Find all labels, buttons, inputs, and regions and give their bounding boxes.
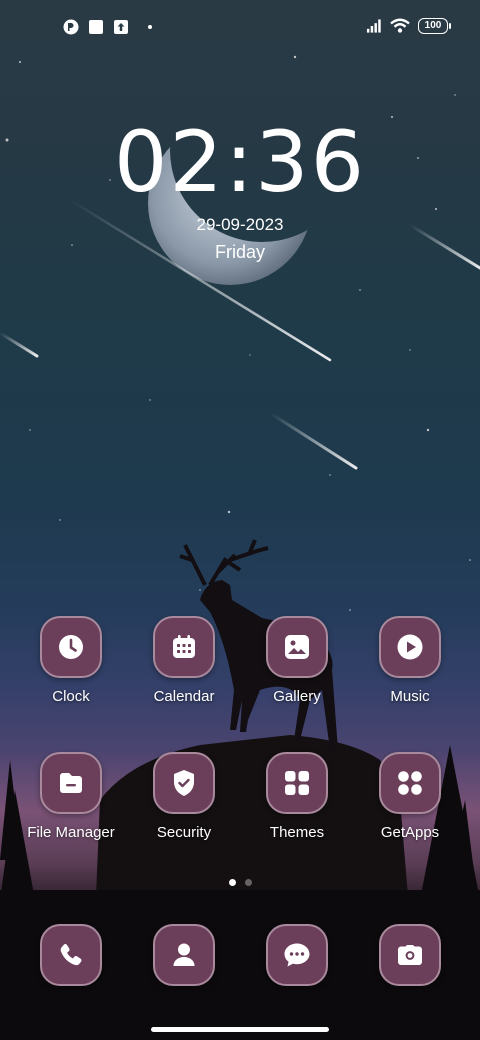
getapps-icon <box>379 752 441 814</box>
app-label: Gallery <box>273 688 321 705</box>
page-indicator[interactable] <box>0 879 480 886</box>
app-file-manager[interactable]: File Manager <box>11 752 131 842</box>
page-dot-1[interactable] <box>228 879 236 886</box>
folder-icon <box>40 752 102 814</box>
themes-grid-icon <box>266 752 328 814</box>
dock <box>0 924 480 990</box>
app-gallery[interactable]: Gallery <box>237 616 357 706</box>
more-notifications-dot <box>148 25 152 29</box>
home-gesture-handle[interactable] <box>151 1027 329 1032</box>
app-getapps[interactable]: GetApps <box>350 752 470 842</box>
wifi-icon <box>390 18 410 34</box>
calendar-icon <box>153 616 215 678</box>
play-icon <box>379 616 441 678</box>
clock-widget[interactable]: 02:36 29-09-2023 Friday <box>0 110 480 263</box>
app-grid: Clock Calendar Gallery Music File Manage… <box>0 616 480 888</box>
clock-time: 02:36 <box>113 113 367 211</box>
app-label: Clock <box>52 688 90 705</box>
upload-notification-icon <box>113 19 129 35</box>
status-bar: 100 <box>0 0 480 56</box>
page-dot-2[interactable] <box>244 879 252 886</box>
app-music[interactable]: Music <box>350 616 470 706</box>
contacts-icon <box>153 924 215 986</box>
cellular-signal-icon <box>366 18 382 34</box>
app-label: Security <box>156 824 212 841</box>
app-notification-icon <box>63 19 79 35</box>
phone-icon <box>40 924 102 986</box>
app-label: File Manager <box>27 824 115 841</box>
shield-icon <box>153 752 215 814</box>
clock-icon <box>40 616 102 678</box>
camera-icon <box>379 924 441 986</box>
app-row: File Manager Security Themes GetApps <box>0 752 480 888</box>
dock-camera[interactable] <box>350 924 470 986</box>
app-row: Clock Calendar Gallery Music <box>0 616 480 752</box>
dock-contacts[interactable] <box>124 924 244 986</box>
app-themes[interactable]: Themes <box>237 752 357 842</box>
app-label: Music <box>390 688 430 705</box>
app-label: Calendar <box>153 688 215 705</box>
dock-messages[interactable] <box>237 924 357 986</box>
square-notification-icon <box>88 19 104 35</box>
app-label: Themes <box>269 824 325 841</box>
app-clock[interactable]: Clock <box>11 616 131 706</box>
notification-icons <box>63 19 152 35</box>
battery-indicator: 100 <box>418 18 451 34</box>
messages-icon <box>266 924 328 986</box>
app-label: GetApps <box>380 824 440 841</box>
gallery-icon <box>266 616 328 678</box>
dock-phone[interactable] <box>11 924 131 986</box>
app-calendar[interactable]: Calendar <box>124 616 244 706</box>
clock-day: Friday <box>214 242 265 262</box>
clock-date: 29-09-2023 <box>196 215 284 234</box>
app-security[interactable]: Security <box>124 752 244 842</box>
